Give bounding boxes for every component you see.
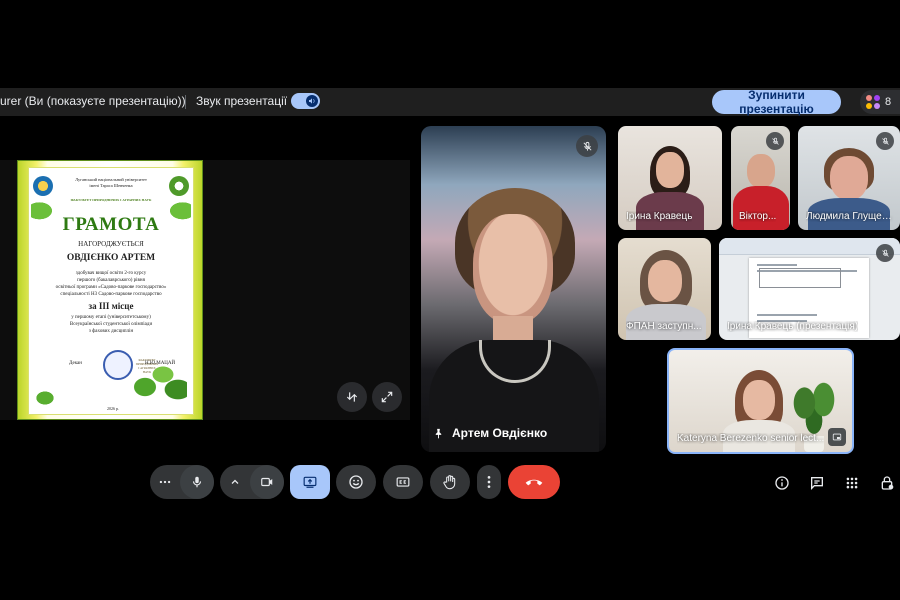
participant-face — [747, 154, 775, 188]
participant-tile[interactable]: Людмила Глущен... — [798, 126, 900, 230]
videocam-icon[interactable] — [250, 465, 284, 499]
certificate-inner: Луганський національний університет імен… — [28, 167, 194, 415]
swap-vertical-icon — [345, 390, 359, 404]
cert-line: Всеукраїнської студентської олімпіади — [69, 322, 153, 327]
apps-icon — [845, 476, 859, 490]
fullscreen-button[interactable] — [372, 382, 402, 412]
cert-recipient: ОВДІЄНКО АРТЕМ — [66, 253, 156, 263]
volume-icon — [306, 95, 318, 107]
info-icon — [774, 475, 790, 491]
pinned-speaker-tile[interactable]: Артем Овдієнко — [421, 126, 606, 452]
meeting-details-button[interactable] — [771, 472, 793, 494]
more-vertical-icon — [486, 474, 492, 490]
participants-avatars-icon — [866, 95, 880, 109]
chat-icon — [809, 475, 825, 491]
participant-face — [648, 260, 682, 302]
participant-tile[interactable]: Віктор... — [731, 126, 790, 230]
participant-face — [743, 380, 775, 420]
participant-name: Ірина Кравець — [626, 211, 693, 222]
cert-place: за ІІІ місце — [88, 301, 134, 311]
document-toolbar — [719, 238, 900, 255]
chevron-up-icon[interactable] — [220, 465, 250, 499]
self-view-tile[interactable]: Kateryna Berezenko senior lect... — [667, 348, 854, 454]
participant-name: ФПАН заступн... — [626, 321, 702, 332]
captions-button[interactable] — [383, 465, 423, 499]
present-to-all-icon — [302, 475, 318, 489]
mic-off-icon — [576, 135, 598, 157]
participant-name: Kateryna Berezenko senior lect... — [677, 433, 825, 444]
emoji-icon — [348, 474, 364, 490]
cert-university-line2: імені Тараса Шевченка — [89, 183, 133, 188]
stop-presenting-button[interactable]: Зупинити презентацію — [712, 88, 841, 116]
cert-line: спеціальності Н3 Садово-паркове господар… — [60, 292, 162, 297]
participant-name: Людмила Глущен... — [806, 211, 894, 222]
more-horizontal-icon — [150, 465, 180, 499]
more-controls-button[interactable] — [150, 465, 214, 499]
leave-call-button[interactable] — [508, 465, 560, 499]
pin-icon — [433, 427, 444, 440]
participant-body — [733, 186, 789, 230]
cert-line: у першому етапі (університетському) — [71, 315, 151, 320]
document-table — [759, 268, 841, 288]
picture-in-picture-icon[interactable] — [828, 428, 846, 446]
more-options-button[interactable] — [477, 465, 501, 499]
presentation-audio-toggle[interactable] — [291, 93, 320, 109]
host-controls-button[interactable] — [876, 472, 898, 494]
closed-captions-icon — [395, 475, 411, 489]
mic-off-icon — [876, 132, 894, 150]
text-line — [757, 264, 797, 266]
participant-face — [830, 156, 868, 200]
mic-off-icon — [876, 244, 894, 262]
cert-dean-label: Декан — [69, 361, 82, 366]
swap-layout-button[interactable] — [337, 382, 367, 412]
speaker-face — [473, 214, 553, 324]
speaker-name: Артем Овдієнко — [452, 426, 548, 440]
cert-title: ГРАМОТА — [62, 214, 160, 235]
participant-tile[interactable]: ФПАН заступн... — [618, 238, 711, 340]
participant-presentation-tile[interactable]: Ірина Кравець (презентація) — [719, 238, 900, 340]
participant-name: Віктор... — [739, 211, 777, 222]
activities-button[interactable] — [841, 472, 863, 494]
expand-icon — [380, 390, 394, 404]
cert-line: з фахових дисциплін — [88, 329, 134, 334]
cert-line: здобувач вищої освіти 2-го курсу — [75, 271, 147, 276]
cert-line: освітньої програми «Садово-паркове госпо… — [55, 285, 167, 290]
call-end-icon — [524, 476, 544, 488]
cert-awarded: НАГОРОДЖУЄТЬСЯ — [78, 240, 144, 248]
presentation-audio-label: Звук презентації — [196, 94, 288, 108]
present-now-button[interactable] — [290, 465, 330, 499]
camera-controls[interactable] — [220, 465, 284, 499]
host-controls-icon — [879, 475, 895, 491]
cert-line: першого (бакалаврського) рівня — [77, 278, 145, 283]
raise-hand-button[interactable] — [430, 465, 470, 499]
text-line — [757, 314, 817, 316]
presenting-status-text: urer (Ви (показуєте презентацію)) — [0, 94, 186, 108]
mic-icon[interactable] — [180, 465, 214, 499]
participants-chip[interactable]: 8 — [860, 90, 900, 114]
banner-divider — [185, 95, 186, 109]
cert-city-year: 2026 р. — [107, 406, 119, 411]
speaker-label: Артем Овдієнко — [433, 426, 547, 440]
mic-off-icon — [766, 132, 784, 150]
reactions-button[interactable] — [336, 465, 376, 499]
participant-count: 8 — [885, 96, 892, 108]
leaf-decoration — [127, 352, 187, 402]
cert-university-line1: Луганський національний університет — [75, 177, 147, 182]
participant-tile[interactable]: Ірина Кравець — [618, 126, 722, 230]
certificate-document: Луганський національний університет імен… — [17, 160, 203, 420]
leaf-decoration — [29, 380, 69, 410]
participant-face — [656, 152, 684, 188]
chat-button[interactable] — [806, 472, 828, 494]
participant-name: Ірина Кравець (презентація) — [727, 321, 859, 332]
raise-hand-icon — [442, 474, 458, 490]
